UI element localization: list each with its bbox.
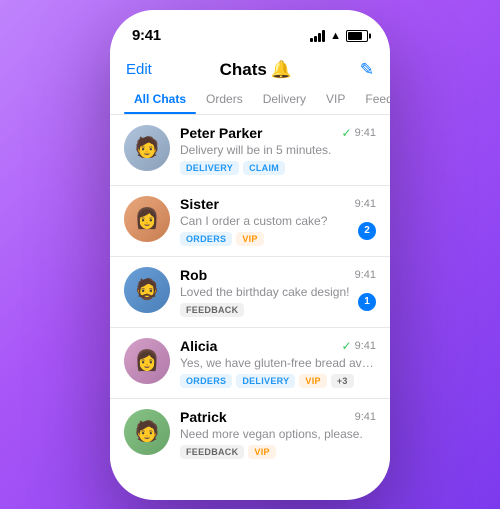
chat-preview: Yes, we have gluten-free bread available… [180, 356, 376, 370]
chat-time: 9:41 [355, 411, 376, 423]
signal-icon [310, 30, 325, 42]
phone-frame: 9:41 ▲ Edit Chats 🔔 ✎ All Chats Orders D… [110, 10, 390, 500]
chat-preview: Loved the birthday cake design! [180, 285, 376, 299]
chat-tags: ORDERS VIP [180, 232, 376, 246]
tag-vip: VIP [236, 232, 263, 246]
tag-orders: ORDERS [180, 374, 232, 388]
chat-tags: DELIVERY CLAIM [180, 161, 376, 175]
check-icon: ✓ [342, 126, 352, 140]
tab-all-chats[interactable]: All Chats [124, 88, 196, 114]
edit-button[interactable]: Edit [126, 61, 152, 78]
chat-tags: FEEDBACK [180, 303, 376, 317]
avatar-sister: 👩 [124, 196, 170, 242]
avatar-patrick: 🧑 [124, 409, 170, 455]
tab-orders[interactable]: Orders [196, 88, 253, 114]
header: Edit Chats 🔔 ✎ [110, 54, 390, 80]
chat-name: Alicia [180, 338, 217, 354]
status-time: 9:41 [132, 27, 161, 44]
tag-feedback: FEEDBACK [180, 445, 244, 459]
status-bar: 9:41 ▲ [110, 10, 390, 54]
tabs-bar: All Chats Orders Delivery VIP Feedback [110, 80, 390, 115]
avatar-rob: 🧔 [124, 267, 170, 313]
tag-orders: ORDERS [180, 232, 232, 246]
tabs-list: All Chats Orders Delivery VIP Feedback [110, 88, 390, 114]
page-title: Chats 🔔 [220, 60, 292, 80]
compose-icon[interactable]: ✎ [360, 60, 374, 80]
wifi-icon: ▲ [330, 30, 341, 42]
check-icon: ✓ [342, 339, 352, 353]
tab-feedback[interactable]: Feedback [355, 88, 390, 114]
chat-content-peter-parker: Peter Parker ✓9:41 Delivery will be in 5 m… [180, 125, 376, 175]
chat-content-patrick: Patrick 9:41 Need more vegan options, plea… [180, 409, 376, 459]
chat-content-rob: Rob 9:41 Loved the birthday cake design! FE… [180, 267, 376, 317]
chat-preview: Need more vegan options, please. [180, 427, 376, 441]
unread-badge: 2 [358, 222, 376, 240]
chat-preview: Can I order a custom cake? [180, 214, 376, 228]
chat-list: 🧑Peter Parker✓9:41Delivery will be in 5 … [110, 115, 390, 467]
avatar-peter-parker: 🧑 [124, 125, 170, 171]
tag-claim: CLAIM [243, 161, 285, 175]
chat-name: Sister [180, 196, 219, 212]
chat-time: ✓9:41 [342, 339, 376, 353]
chat-item-sister[interactable]: 👩 Sister 9:41 Can I order a custom cake? ORD… [110, 186, 390, 257]
chat-name: Peter Parker [180, 125, 263, 141]
chat-item-alicia[interactable]: 👩 Alicia ✓9:41 Yes, we have gluten-free bre… [110, 328, 390, 399]
chat-tags: FEEDBACK VIP [180, 445, 376, 459]
tab-vip[interactable]: VIP [316, 88, 355, 114]
chat-content-alicia: Alicia ✓9:41 Yes, we have gluten-free brea… [180, 338, 376, 388]
chat-name: Patrick [180, 409, 227, 425]
tag-delivery: DELIVERY [236, 374, 295, 388]
chat-preview: Delivery will be in 5 minutes. [180, 143, 376, 157]
tag-delivery: DELIVERY [180, 161, 239, 175]
chat-tags: ORDERS DELIVERY VIP +3 [180, 374, 376, 388]
chat-time: 9:41 [355, 269, 376, 281]
unread-badge: 1 [358, 293, 376, 311]
tag-vip: VIP [299, 374, 326, 388]
chat-item-peter-parker[interactable]: 🧑 Peter Parker ✓9:41 Delivery will be in 5 … [110, 115, 390, 186]
avatar-alicia: 👩 [124, 338, 170, 384]
chat-name: Rob [180, 267, 207, 283]
chat-item-patrick[interactable]: 🧑 Patrick 9:41 Need more vegan options, ple… [110, 399, 390, 467]
chat-time: 9:41 [355, 198, 376, 210]
tag-feedback: FEEDBACK [180, 303, 244, 317]
tab-delivery[interactable]: Delivery [253, 88, 316, 114]
battery-icon [346, 30, 368, 42]
tag-+3: +3 [331, 374, 354, 388]
chat-content-sister: Sister 9:41 Can I order a custom cake? ORDE… [180, 196, 376, 246]
status-icons: ▲ [310, 30, 368, 42]
tag-vip: VIP [248, 445, 275, 459]
chat-item-rob[interactable]: 🧔 Rob 9:41 Loved the birthday cake design! F… [110, 257, 390, 328]
chat-time: ✓9:41 [342, 126, 376, 140]
